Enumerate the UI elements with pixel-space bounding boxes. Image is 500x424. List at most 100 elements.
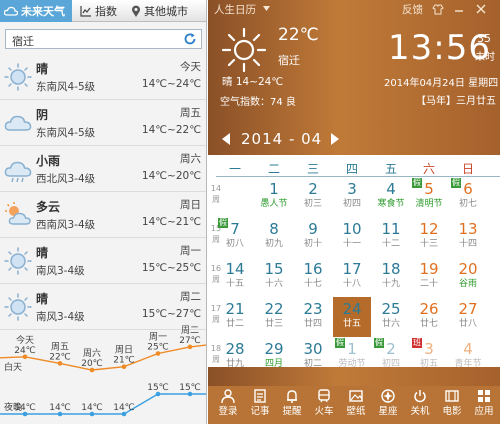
calendar-day[interactable]: 28 廿九 xyxy=(216,337,254,377)
current-temperature: 22℃ xyxy=(278,25,319,45)
forecast-day[interactable]: 阴东南风4-5级 周五 14℃~22℃ xyxy=(0,100,206,146)
calendar-day[interactable]: 20 谷雨 xyxy=(449,257,487,297)
forecast-day[interactable]: 晴东南风4-5级 今天 14℃~24℃ xyxy=(0,54,206,100)
calendar-day[interactable]: 17 十八 xyxy=(333,257,371,297)
lunar-date: 【马年】三月廿五 xyxy=(416,96,496,107)
calendar-day[interactable]: 16 十七 xyxy=(294,257,332,297)
calendar-day[interactable]: 8 初九 xyxy=(255,217,293,257)
toolbar-user-button[interactable]: 登录 xyxy=(212,388,244,424)
today-temperature-range: 晴 14~24℃ xyxy=(222,76,284,88)
night-temperature-label: 14℃ xyxy=(49,403,71,413)
day-temperature-label: 20℃ xyxy=(81,359,103,369)
forecast-day-name: 今天 xyxy=(180,61,201,73)
calendar-day[interactable]: 3 初四 xyxy=(333,177,371,217)
menu-arrow-icon[interactable] xyxy=(262,4,271,13)
forecast-day[interactable]: 多云 西南风3-4级 周日 14℃~21℃ xyxy=(0,192,206,238)
calendar-day[interactable]: 24 廿五 xyxy=(333,297,371,337)
toolbar-wallpaper-button[interactable]: 壁纸 xyxy=(340,388,372,424)
day-number: 17 xyxy=(342,260,362,278)
forecast-day[interactable]: 晴南风3-4级 周一 15℃~25℃ xyxy=(0,238,206,284)
day-number: 21 xyxy=(225,300,245,318)
toolbar-bell-button[interactable]: 提醒 xyxy=(276,388,308,424)
toolbar-power-button[interactable]: 关机 xyxy=(404,388,436,424)
month-label[interactable]: 2014 - 04 xyxy=(241,130,322,148)
weekday-header: 六 xyxy=(422,162,435,176)
lunar-day: 初九 xyxy=(264,239,283,249)
rain-icon xyxy=(4,161,32,183)
forecast-wind: 西北风3-4级 xyxy=(36,173,96,185)
calendar-day[interactable]: 21 廿二 xyxy=(216,297,254,337)
calendar-titlebar: 人生日历 反馈 xyxy=(208,0,500,18)
forecast-day-name: 周日 xyxy=(180,199,201,211)
calendar-day[interactable]: 22 廿三 xyxy=(255,297,293,337)
day-number: 20 xyxy=(458,260,478,278)
lunar-day: 十八 xyxy=(342,279,361,289)
current-weather-header: 22℃ 宿迁 晴 14~24℃ 空气指数：74 良 13:56 35 未时 20… xyxy=(208,18,500,126)
skin-icon[interactable] xyxy=(432,4,444,15)
feedback-link[interactable]: 反馈 xyxy=(402,2,423,17)
user-icon xyxy=(221,389,235,404)
calendar-day[interactable]: 7 初八假 xyxy=(216,217,254,257)
weekday-header: 二 xyxy=(267,162,280,176)
calendar-day[interactable]: 13 十四 xyxy=(449,217,487,257)
night-temperature-label: 15℃ xyxy=(179,383,201,393)
toolbar-label: 应用 xyxy=(474,406,494,417)
calendar-day[interactable]: 10 十一 xyxy=(333,217,371,257)
calendar-day[interactable]: 27 廿八 xyxy=(449,297,487,337)
lunar-day: 十六 xyxy=(264,279,283,289)
lunar-day: 十一 xyxy=(342,239,361,249)
calendar-day[interactable]: 30 初二 xyxy=(294,337,332,377)
calendar-day[interactable]: 29 四月 xyxy=(255,337,293,377)
prev-month-button[interactable] xyxy=(222,133,230,145)
lunar-day: 青年节 xyxy=(454,359,482,369)
calendar-day[interactable]: 15 十六 xyxy=(255,257,293,297)
calendar-day[interactable]: 1 劳动节假 xyxy=(333,337,371,377)
calendar-day[interactable]: 5 清明节假 xyxy=(410,177,448,217)
calendar-day[interactable]: 1 愚人节 xyxy=(255,177,293,217)
calendar-day[interactable]: 2 初三 xyxy=(294,177,332,217)
refresh-icon[interactable] xyxy=(183,32,197,46)
tab-index[interactable]: 指数 xyxy=(76,0,122,22)
forecast-day[interactable]: 小雨 西北风3-4级 周六 14℃~20℃ xyxy=(0,146,206,192)
tab-other-cities[interactable]: 其他城市 xyxy=(127,0,206,22)
day-number: 29 xyxy=(264,340,284,358)
calendar-day[interactable]: 4 青年节 xyxy=(449,337,487,377)
calendar-day[interactable]: 18 十九 xyxy=(372,257,410,297)
next-month-button[interactable] xyxy=(331,133,339,145)
toolbar-note-button[interactable]: 记事 xyxy=(244,388,276,424)
night-temperature-label: 15℃ xyxy=(147,383,169,393)
calendar-day[interactable]: 9 初十 xyxy=(294,217,332,257)
weekday-divider xyxy=(216,176,500,177)
calendar-day[interactable]: 19 二十 xyxy=(410,257,448,297)
close-icon[interactable] xyxy=(476,4,486,14)
calendar-day[interactable]: 23 廿四 xyxy=(294,297,332,337)
current-location[interactable]: 宿迁 xyxy=(278,52,300,68)
calendar-day[interactable]: 4 寒食节 xyxy=(372,177,410,217)
toolbar-zodiac-button[interactable]: 星座 xyxy=(372,388,404,424)
lunar-day: 清明节 xyxy=(415,199,443,209)
calendar-day[interactable]: 11 十二 xyxy=(372,217,410,257)
lunar-day: 初五 xyxy=(419,359,438,369)
toolbar-apps-button[interactable]: 应用 xyxy=(468,388,500,424)
wallpaper-icon xyxy=(349,390,363,402)
calendar-day[interactable]: 14 十五 xyxy=(216,257,254,297)
calendar-day[interactable]: 3 初五班 xyxy=(410,337,448,377)
toolbar-film-button[interactable]: 电影 xyxy=(436,388,468,424)
chart-day-category: 今天 xyxy=(16,334,34,346)
calendar-day[interactable]: 2 初四假 xyxy=(372,337,410,377)
lunar-day: 劳动节 xyxy=(338,359,366,369)
toolbar-train-button[interactable]: 火车 xyxy=(308,388,340,424)
calendar-day[interactable]: 26 廿七 xyxy=(410,297,448,337)
tab-future-weather[interactable]: 未来天气 xyxy=(0,0,72,22)
calendar-day[interactable]: 6 初七假 xyxy=(449,177,487,217)
film-icon xyxy=(445,390,459,402)
day-number: 12 xyxy=(419,220,439,238)
calendar-day[interactable]: 25 廿六 xyxy=(372,297,410,337)
city-search-input[interactable]: 宿迁 xyxy=(5,29,202,49)
minimize-icon[interactable] xyxy=(454,4,464,14)
holiday-badge: 假 xyxy=(335,338,345,348)
calendar-day[interactable]: 12 十三 xyxy=(410,217,448,257)
lunar-day: 初八 xyxy=(225,239,244,249)
day-temperature-label: 21℃ xyxy=(113,356,135,366)
city-search-value: 宿迁 xyxy=(12,35,34,48)
